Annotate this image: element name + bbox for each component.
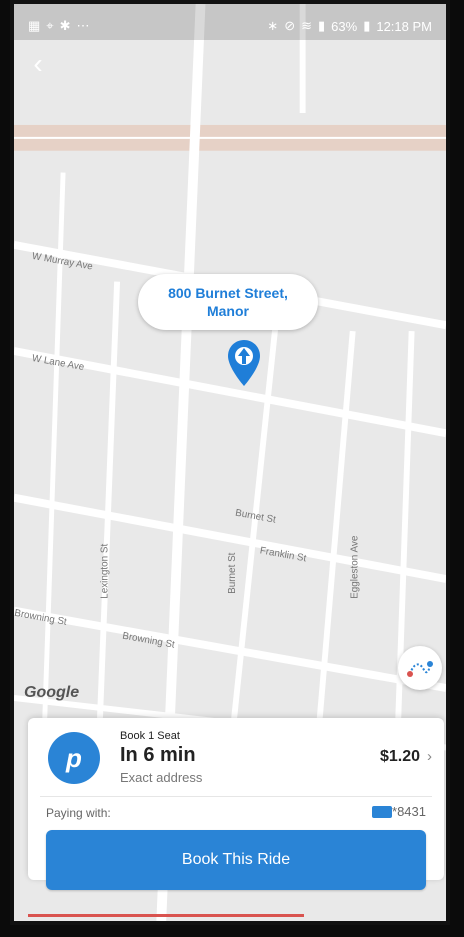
phone-frame: W Murray Ave W Lane Ave Lexington St Bur… [10, 0, 450, 925]
address-bubble[interactable]: 800 Burnet Street, Manor [138, 274, 318, 330]
ride-sheet: p Book 1 Seat In 6 min Exact address $1.… [28, 718, 444, 890]
ride-detail: Exact address [120, 770, 203, 785]
service-logo-icon: p [48, 732, 100, 784]
book-ride-button[interactable]: Book This Ride [46, 830, 426, 890]
battery-icon: ▮ [363, 18, 371, 33]
status-left: ▦ ⌖ ✱ ⋯ [28, 12, 90, 40]
ride-title: Book 1 Seat [120, 730, 180, 742]
ride-price[interactable]: $1.20 [380, 748, 420, 766]
address-line-2: Manor [206, 303, 249, 319]
bluetooth-icon: ∗ [267, 18, 279, 33]
wifi-icon: ≋ [301, 18, 312, 33]
address-line-1: 800 Burnet Street, [168, 285, 288, 301]
street-label: Burnet St [227, 552, 238, 594]
gallery-icon: ▦ [28, 18, 41, 33]
more-icon: ⋯ [76, 18, 90, 33]
card-icon[interactable] [372, 806, 392, 818]
progress-bar [28, 914, 304, 917]
status-right: ∗ ⊘ ≋ ▮ 63% ▮ 12:18 PM [267, 12, 432, 40]
google-logo: Google [24, 684, 80, 701]
clock: 12:18 PM [376, 18, 432, 34]
ride-eta: In 6 min [120, 744, 196, 766]
status-bar: ▦ ⌖ ✱ ⋯ ∗ ⊘ ≋ ▮ 63% ▮ 12:18 PM [14, 4, 446, 40]
card-last4[interactable]: *8431 [392, 804, 426, 819]
route-button[interactable] [398, 646, 442, 690]
signal-icon: ▮ [318, 18, 326, 33]
pickup-pin-icon[interactable] [226, 338, 262, 388]
mute-icon: ⊘ [284, 18, 296, 33]
back-icon[interactable]: ‹ [22, 48, 54, 80]
street-label: Eggleston Ave [350, 535, 361, 599]
battery-percent: 63% [331, 18, 358, 34]
settings-icon: ✱ [59, 18, 71, 33]
chevron-right-icon[interactable]: › [427, 748, 432, 765]
route-icon [407, 661, 433, 677]
divider [40, 796, 432, 797]
location-icon: ⌖ [46, 18, 54, 33]
street-label: Lexington St [99, 543, 110, 598]
paying-label: Paying with: [46, 806, 111, 820]
